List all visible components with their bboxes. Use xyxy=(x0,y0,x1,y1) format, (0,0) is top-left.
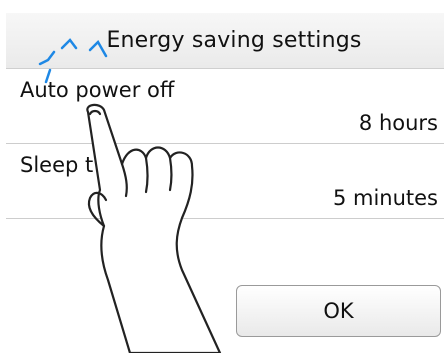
setting-value: 5 minutes xyxy=(332,186,438,210)
setting-value: 8 hours xyxy=(358,111,438,135)
ok-button-label: OK xyxy=(323,299,354,323)
page-title: Energy saving settings xyxy=(106,28,362,53)
tap-indicator-icon xyxy=(38,38,108,84)
pointing-hand-icon xyxy=(86,103,222,353)
energy-saving-screen: Energy saving settings Auto power off 8 … xyxy=(0,0,446,353)
